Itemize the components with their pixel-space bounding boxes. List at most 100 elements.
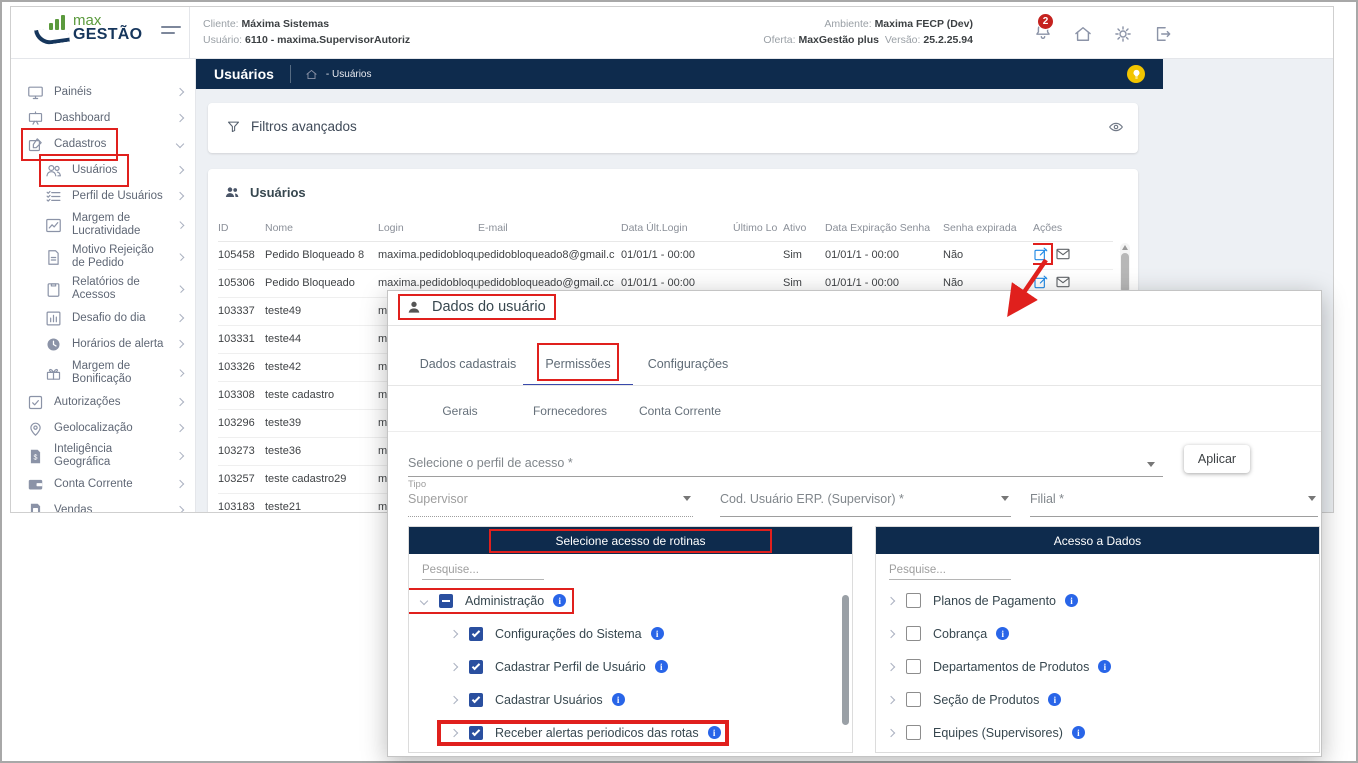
- sidebar-item-autoriza-es[interactable]: Autorizações: [11, 389, 195, 415]
- column-header[interactable]: ID: [218, 215, 265, 241]
- cod-usuario-erp-select[interactable]: Cod. Usuário ERP. (Supervisor) *: [720, 483, 1011, 517]
- table-row: 105458Pedido Bloqueado 8maxima.pedidoblo…: [218, 241, 1113, 269]
- home-icon[interactable]: [1073, 24, 1093, 44]
- chevron-right-icon[interactable]: [887, 629, 895, 637]
- chevron-right-icon[interactable]: [887, 662, 895, 670]
- data-access-search-input[interactable]: Pesquise...: [889, 564, 1011, 580]
- filial-select[interactable]: Filial *: [1030, 483, 1318, 517]
- routines-scrollbar[interactable]: [842, 589, 849, 747]
- apply-button[interactable]: Aplicar: [1184, 445, 1250, 473]
- info-icon[interactable]: i: [708, 726, 721, 739]
- chevron-right-icon[interactable]: [450, 695, 458, 703]
- column-header[interactable]: Ativo: [783, 215, 825, 241]
- checkbox-unchecked[interactable]: [906, 659, 921, 674]
- sidebar-item-margem-de-bonifica-o[interactable]: Margem de Bonificação: [11, 357, 195, 389]
- chevron-right-icon[interactable]: [887, 728, 895, 736]
- top-header: max GESTÃO Cliente: Máxima Sistemas Usuá…: [11, 7, 1333, 59]
- checksq-icon: [27, 394, 44, 411]
- info-icon[interactable]: i: [553, 594, 566, 607]
- sidebar-item-conta-corrente[interactable]: Conta Corrente: [11, 471, 195, 497]
- tab-permiss-es[interactable]: Permissões: [523, 343, 633, 385]
- chevron-right-icon[interactable]: [450, 629, 458, 637]
- send-email-button[interactable]: [1055, 274, 1071, 290]
- column-header[interactable]: Data Expiração Senha: [825, 215, 943, 241]
- sidebar-item-pain-is[interactable]: Painéis: [11, 79, 195, 105]
- sidebar-item-label: Usuários: [72, 164, 117, 177]
- eye-icon[interactable]: [1108, 119, 1124, 135]
- sidebar-item-desafio-do-dia[interactable]: Desafio do dia: [11, 305, 195, 331]
- tipo-select[interactable]: Tipo Supervisor: [408, 483, 693, 517]
- info-icon[interactable]: i: [996, 627, 1009, 640]
- docx-icon: [45, 249, 62, 266]
- tree-item: Seção de Produtosi: [876, 683, 1319, 716]
- sidebar-item-geolocaliza-o[interactable]: Geolocalização: [11, 415, 195, 441]
- tree-item-label: Receber alertas periodicos das rotas: [495, 726, 699, 740]
- menu-toggle-icon[interactable]: [161, 26, 181, 38]
- sidebar-item-hor-rios-de-alerta[interactable]: Horários de alerta: [11, 331, 195, 357]
- access-profile-select[interactable]: Selecione o perfil de acesso *: [408, 451, 1163, 477]
- routines-search-input[interactable]: Pesquise...: [422, 564, 544, 580]
- column-header[interactable]: Data Últ.Login: [621, 215, 733, 241]
- gear-icon[interactable]: [1113, 24, 1133, 44]
- checkbox-unchecked[interactable]: [906, 593, 921, 608]
- sidebar-item-cadastros[interactable]: Cadastros: [11, 131, 195, 157]
- breadcrumb-home-icon[interactable]: [305, 68, 318, 81]
- sidebar-item-usu-rios[interactable]: Usuários: [11, 157, 195, 183]
- sidebar-item-motivo-rejei-o-de-pedido[interactable]: Motivo Rejeição de Pedido: [11, 241, 195, 273]
- info-icon[interactable]: i: [1098, 660, 1111, 673]
- sidebar-item-intelig-ncia-geogr-fica[interactable]: $Inteligência Geográfica: [11, 441, 195, 471]
- easel-icon: [27, 110, 44, 127]
- sidebar-item-vendas[interactable]: Vendas: [11, 497, 195, 513]
- tree-item: Cadastrar Perfil de Usuárioi: [409, 650, 852, 683]
- checkbox-checked[interactable]: [469, 627, 483, 641]
- tab-configura-es[interactable]: Configurações: [633, 343, 743, 385]
- chevron-down-icon[interactable]: [420, 596, 428, 604]
- column-header[interactable]: Login: [378, 215, 478, 241]
- edit-user-button[interactable]: [1033, 246, 1049, 262]
- info-icon[interactable]: i: [1048, 693, 1061, 706]
- subtab-gerais[interactable]: Gerais: [405, 391, 515, 431]
- edit-user-button[interactable]: [1033, 274, 1049, 290]
- chevron-right-icon[interactable]: [450, 728, 458, 736]
- chevron-right-icon: [176, 166, 184, 174]
- chevron-right-icon[interactable]: [450, 662, 458, 670]
- column-header[interactable]: Último Lo: [733, 215, 783, 241]
- checkbox-checked[interactable]: [469, 693, 483, 707]
- sidebar-item-dashboard[interactable]: Dashboard: [11, 105, 195, 131]
- checkbox-unchecked[interactable]: [906, 692, 921, 707]
- logout-icon[interactable]: [1153, 24, 1173, 44]
- send-email-button[interactable]: [1055, 246, 1071, 262]
- sidebar-item-margem-de-lucratividade[interactable]: Margem de Lucratividade: [11, 209, 195, 241]
- column-header[interactable]: Nome: [265, 215, 378, 241]
- checkbox-indeterminate[interactable]: [439, 594, 453, 608]
- column-header[interactable]: Senha expirada: [943, 215, 1033, 241]
- column-header[interactable]: Ações: [1033, 215, 1113, 241]
- page-title-bar: Usuários - Usuários: [196, 59, 1163, 89]
- info-icon[interactable]: i: [1065, 594, 1078, 607]
- sidebar-item-label: Cadastros: [54, 138, 106, 151]
- advanced-filters-title[interactable]: Filtros avançados: [251, 119, 357, 134]
- tab-dados-cadastrais[interactable]: Dados cadastrais: [413, 343, 523, 385]
- subtab-conta-corrente[interactable]: Conta Corrente: [625, 391, 735, 431]
- checkbox-unchecked[interactable]: [906, 626, 921, 641]
- sidebar-item-relat-rios-de-acessos[interactable]: Relatórios de Acessos: [11, 273, 195, 305]
- subtab-fornecedores[interactable]: Fornecedores: [515, 391, 625, 431]
- routines-panel: Selecione acesso de rotinas Pesquise... …: [408, 526, 853, 753]
- user-value: 6110 - maxima.SupervisorAutoriz: [245, 34, 410, 46]
- info-icon[interactable]: i: [651, 627, 664, 640]
- notifications-button[interactable]: 2: [1033, 21, 1053, 46]
- chevron-right-icon[interactable]: [887, 596, 895, 604]
- chevron-right-icon: [176, 398, 184, 406]
- info-icon[interactable]: i: [612, 693, 625, 706]
- checkbox-checked[interactable]: [469, 660, 483, 674]
- info-icon[interactable]: i: [1072, 726, 1085, 739]
- sidebar-item-perfil-de-usu-rios[interactable]: Perfil de Usuários: [11, 183, 195, 209]
- dialog-title: Dados do usuário: [432, 299, 546, 315]
- help-bulb-button[interactable]: [1127, 65, 1145, 83]
- tree-item: Administraçãoi: [409, 584, 852, 617]
- chevron-right-icon[interactable]: [887, 695, 895, 703]
- column-header[interactable]: E-mail: [478, 215, 621, 241]
- checkbox-checked[interactable]: [469, 726, 483, 740]
- info-icon[interactable]: i: [655, 660, 668, 673]
- checkbox-unchecked[interactable]: [906, 725, 921, 740]
